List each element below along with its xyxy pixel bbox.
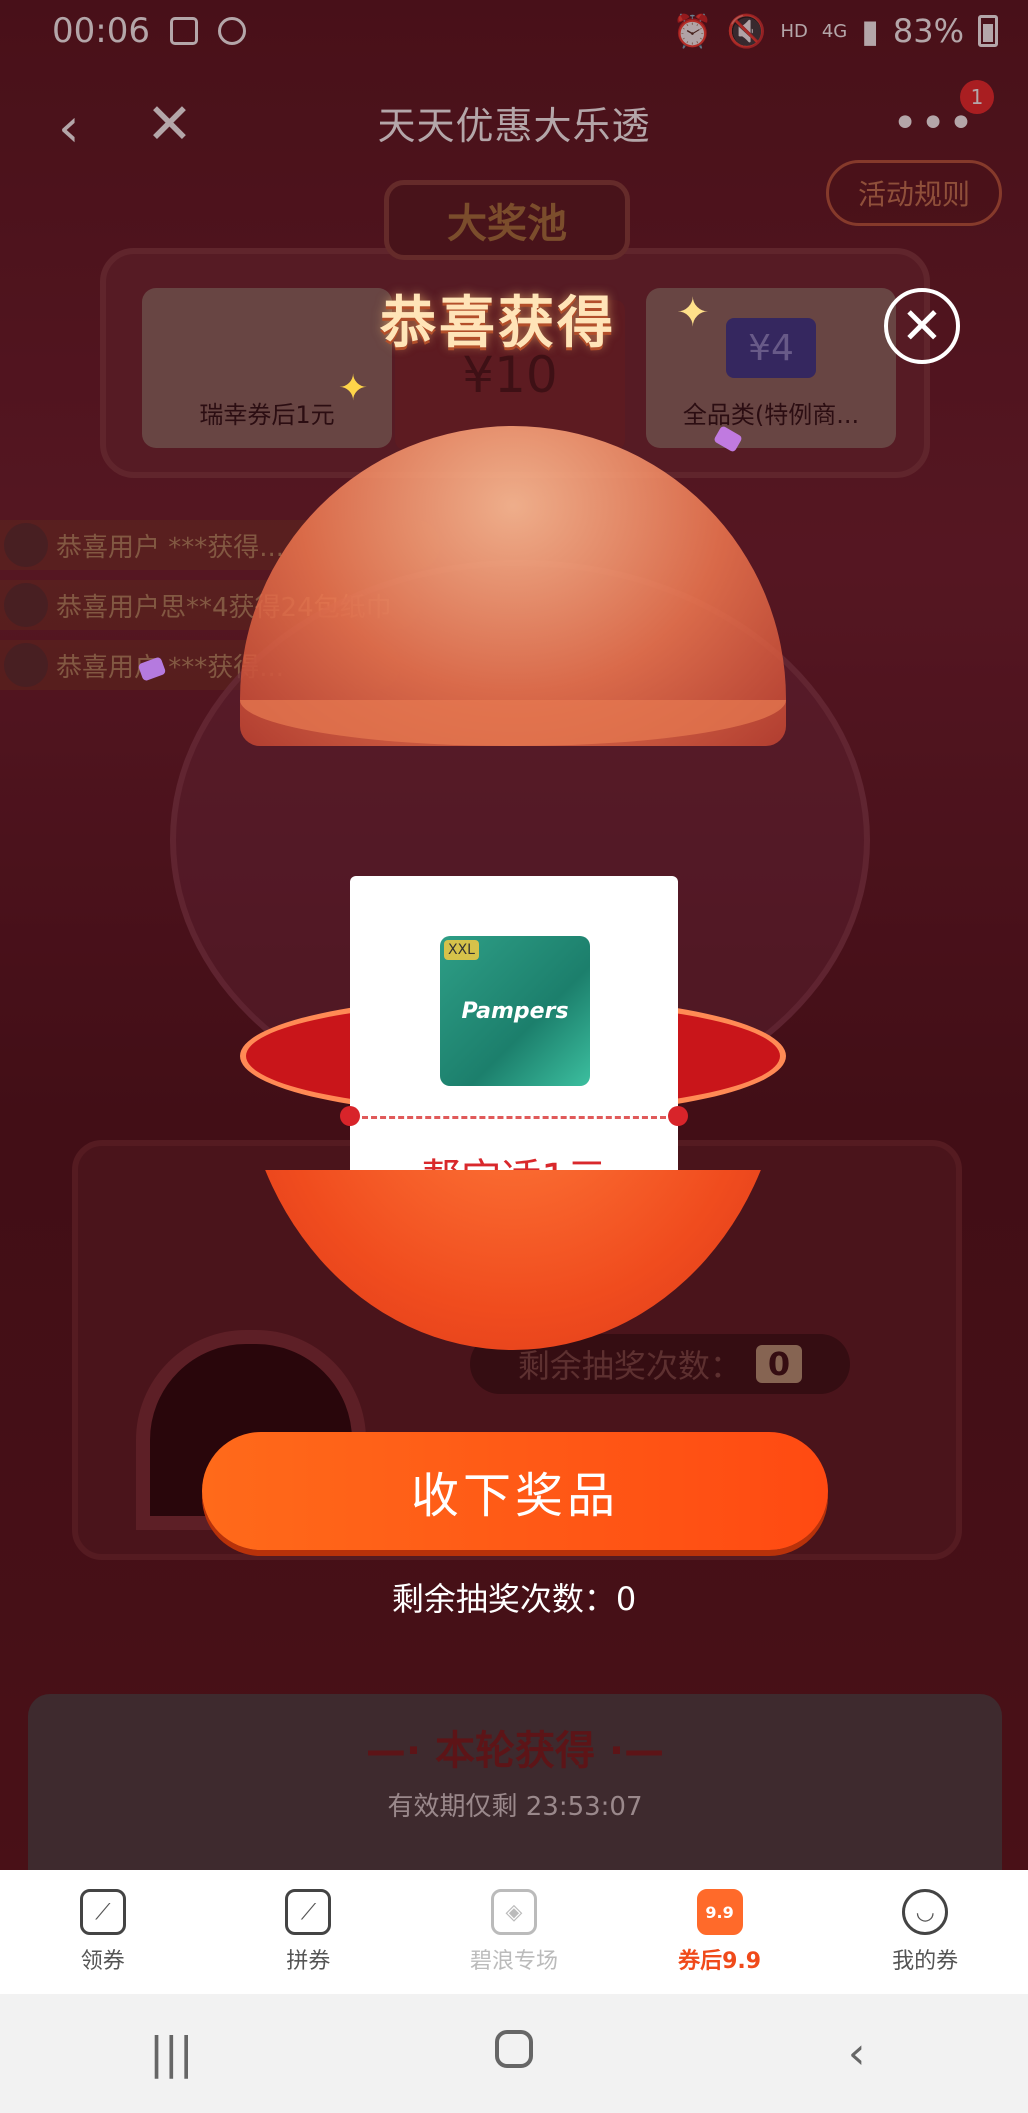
congrats-heading: 恭喜获得 [380, 291, 616, 356]
tab-ariel[interactable]: ◈ 碧浪专场 [434, 1889, 594, 1975]
ticket-divider [362, 1116, 666, 1119]
tab-label: 碧浪专场 [469, 1949, 558, 1974]
tab-group-coupon[interactable]: ⟋ 拼券 [228, 1889, 388, 1975]
sparkle-icon: ✦ [676, 290, 710, 336]
ticket-notch [668, 1106, 688, 1126]
bottom-tab-bar: ⟋ 领券 ⟋ 拼券 ◈ 碧浪专场 9.9 券后9.9 ◡ 我的券 [0, 1870, 1028, 1994]
back-nav-icon[interactable]: ‹ [797, 2028, 917, 2079]
prize-product-image: XXL Pampers [440, 936, 590, 1086]
tab-label: 券后9.9 [678, 1949, 762, 1974]
brand-logo: Pampers [461, 998, 569, 1024]
tab-my-coupons[interactable]: ◡ 我的券 [845, 1889, 1005, 1975]
group-coupon-icon: ⟋ [285, 1889, 332, 1935]
system-nav-bar: ||| ‹ [0, 1994, 1028, 2113]
tab-label: 拼券 [286, 1949, 331, 1974]
tab-get-coupon[interactable]: ⟋ 领券 [23, 1889, 183, 1975]
remaining-draws-text: 剩余抽奖次数：0 [391, 1580, 637, 1618]
prize-ticket: XXL Pampers 帮宝适1元 [340, 876, 688, 1202]
size-tag: XXL [444, 940, 479, 960]
smiley-icon: ◡ [902, 1889, 949, 1935]
sparkle-icon: ✦ [338, 368, 369, 409]
tab-after-coupon-99[interactable]: 9.9 券后9.9 [640, 1889, 800, 1975]
coupon-icon: ⟋ [79, 1889, 126, 1935]
tab-label: 领券 [80, 1949, 125, 1974]
home-icon[interactable] [454, 2028, 574, 2079]
ariel-icon: ◈ [490, 1889, 537, 1935]
accept-prize-button[interactable]: 收下奖品 [202, 1432, 828, 1550]
price-9-9-icon: 9.9 [696, 1889, 743, 1935]
recent-apps-icon[interactable]: ||| [111, 2028, 231, 2079]
modal-close-button[interactable]: ✕ [884, 288, 960, 364]
ticket-notch [340, 1106, 360, 1126]
tab-label: 我的券 [892, 1949, 959, 1974]
